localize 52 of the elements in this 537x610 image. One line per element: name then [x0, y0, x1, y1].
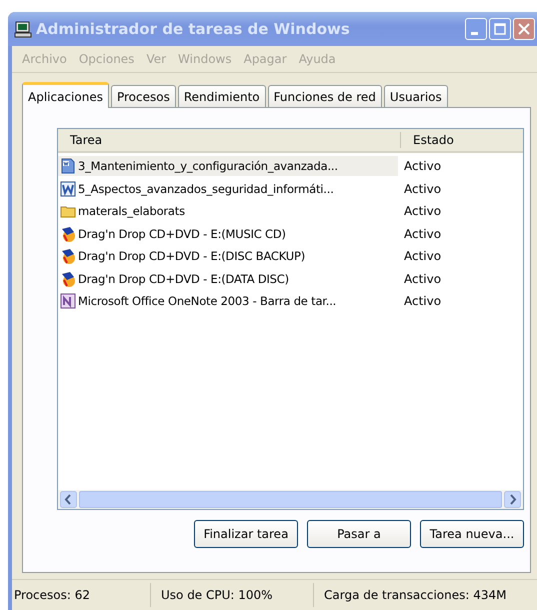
disc-burner-icon — [60, 248, 76, 264]
task-row[interactable]: Drag'n Drop CD+DVD - E:(MUSIC CD) — [58, 224, 398, 244]
task-name: 3_Mantenimiento_y_configuración_avanzada... — [78, 159, 338, 174]
task-row[interactable]: materals_elaborats — [58, 201, 398, 222]
tab[interactable]: Rendimiento — [178, 85, 266, 107]
minimize-icon — [470, 32, 478, 34]
status-text: Uso de CPU: 100% — [151, 583, 314, 607]
task-name: Drag'n Drop CD+DVD - E:(DATA DISC) — [78, 272, 289, 286]
scrollbar-thumb[interactable] — [79, 491, 502, 508]
scroll-right-icon[interactable] — [504, 491, 521, 508]
task-name: materals_elaborats — [78, 204, 185, 218]
task-row[interactable]: Microsoft Office OneNote 2003 - Barra de tar... — [58, 291, 398, 312]
status-text: Carga de transacciones: 434M — [323, 587, 506, 604]
task-row[interactable]: Drag'n Drop CD+DVD - E:(DISC BACKUP) — [58, 246, 398, 266]
column-header[interactable]: Estado — [401, 133, 454, 147]
action-button[interactable]: Tarea nueva... — [420, 520, 524, 548]
horizontal-scrollbar[interactable] — [58, 490, 523, 509]
maximize-icon — [494, 23, 506, 35]
task-status: Activo — [403, 159, 442, 174]
document-icon — [60, 158, 76, 174]
task-status: Activo — [403, 204, 442, 218]
task-status: Activo — [403, 249, 442, 264]
scroll-left-icon[interactable] — [60, 491, 77, 508]
tab[interactable]: Usuarios — [384, 85, 448, 107]
column-header[interactable]: Tarea — [58, 132, 401, 148]
minimize-button[interactable] — [465, 18, 487, 40]
tab[interactable]: Procesos — [110, 85, 176, 107]
word-icon — [60, 180, 76, 197]
close-button[interactable] — [513, 18, 535, 40]
tab[interactable]: Aplicaciones — [22, 82, 109, 108]
action-button[interactable]: Pasar a — [307, 520, 411, 548]
window-title: Administrador de tareas de Windows — [36, 20, 351, 38]
onenote-icon — [60, 293, 76, 310]
disc-burner-icon — [60, 226, 76, 242]
computer-icon — [14, 20, 32, 38]
task-name: Drag'n Drop CD+DVD - E:(DISC BACKUP) — [78, 249, 306, 264]
task-name: Drag'n Drop CD+DVD - E:(MUSIC CD) — [78, 226, 286, 241]
task-status: Activo — [403, 226, 442, 241]
task-row[interactable]: 5_Aspectos_avanzados_seguridad_informáti... — [58, 178, 398, 199]
task-row[interactable]: Drag'n Drop CD+DVD - E:(DATA DISC) — [58, 268, 398, 289]
tab[interactable]: Funciones de red — [268, 85, 382, 107]
maximize-button[interactable] — [489, 18, 511, 40]
task-status: Activo — [403, 294, 442, 308]
task-row[interactable]: 3_Mantenimiento_y_configuración_avanzada... — [58, 156, 398, 176]
disc-burner-icon — [60, 270, 76, 287]
task-status: Activo — [403, 272, 442, 286]
task-name: Microsoft Office OneNote 2003 - Barra de tar... — [78, 294, 336, 308]
task-status: Activo — [403, 182, 442, 196]
status-text: Procesos: 62 — [12, 583, 151, 607]
action-button[interactable]: Finalizar tarea — [194, 520, 298, 548]
task-name: 5_Aspectos_avanzados_seguridad_informáti... — [78, 182, 334, 196]
close-icon — [518, 23, 530, 35]
